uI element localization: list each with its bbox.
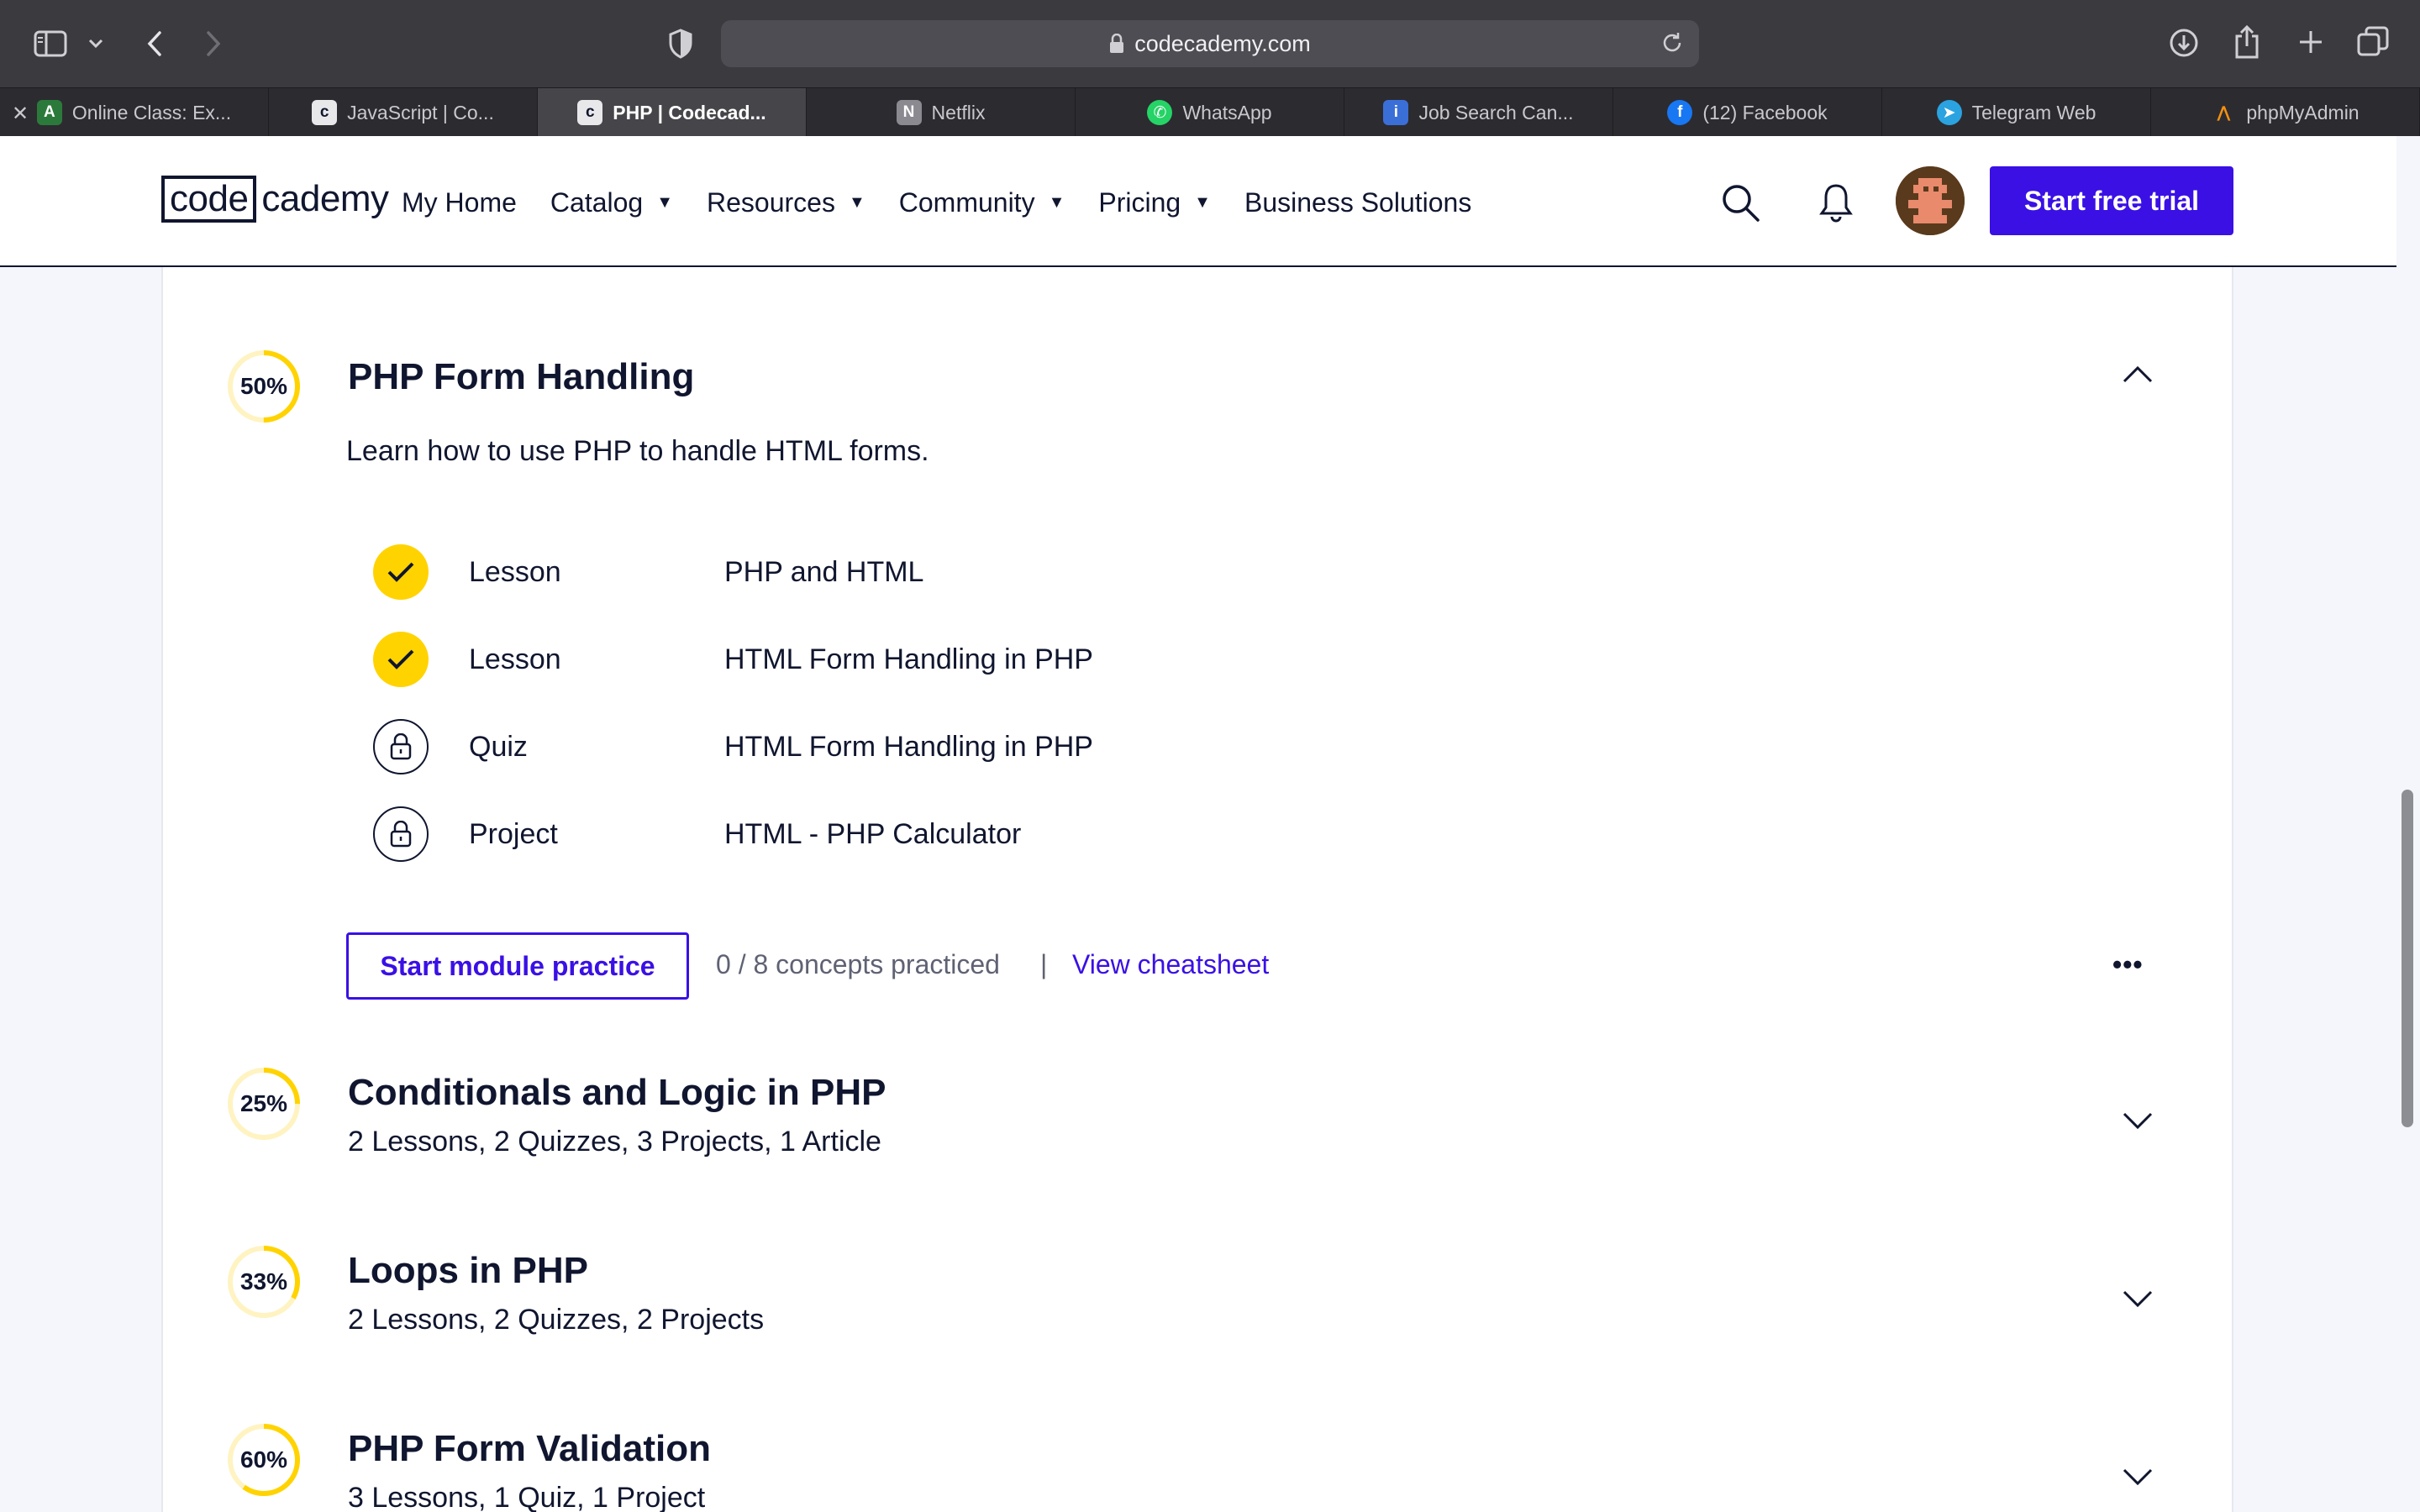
tab-overview-icon[interactable] bbox=[2354, 24, 2391, 60]
nav-pricing[interactable]: Pricing ▼ bbox=[1098, 187, 1211, 218]
progress-percent: 50% bbox=[239, 373, 288, 399]
tab-javascript[interactable]: c JavaScript | Co... bbox=[269, 88, 538, 137]
module-summary: 2 Lessons, 2 Quizzes, 2 Projects bbox=[348, 1304, 765, 1336]
address-bar[interactable]: codecademy.com bbox=[721, 20, 1699, 67]
chevron-down-icon[interactable] bbox=[2121, 1289, 2154, 1309]
privacy-shield-icon[interactable] bbox=[664, 25, 697, 62]
nav-business-solutions[interactable]: Business Solutions bbox=[1244, 187, 1471, 218]
progress-percent: 25% bbox=[239, 1090, 288, 1116]
start-module-practice-button[interactable]: Start module practice bbox=[346, 932, 689, 1000]
share-icon[interactable] bbox=[2230, 22, 2264, 62]
codecademy-icon: c bbox=[577, 100, 603, 125]
tab-title: Netflix bbox=[931, 101, 986, 123]
close-icon[interactable]: ✕ bbox=[12, 102, 29, 126]
lock-icon bbox=[1109, 34, 1124, 54]
search-icon[interactable] bbox=[1719, 181, 1761, 223]
tab-title: WhatsApp bbox=[1182, 101, 1272, 123]
notifications-bell-icon[interactable] bbox=[1815, 180, 1857, 225]
chevron-down-icon[interactable] bbox=[2121, 1110, 2154, 1131]
caret-down-icon: ▼ bbox=[848, 192, 865, 212]
codecademy-logo[interactable]: code cademy bbox=[161, 174, 389, 224]
item-link[interactable]: HTML Form Handling in PHP bbox=[724, 731, 1093, 764]
tab-php-codecademy[interactable]: c PHP | Codecad... bbox=[538, 88, 807, 137]
tab-job-search[interactable]: i Job Search Can... bbox=[1344, 88, 1613, 137]
checkmark-icon bbox=[373, 632, 429, 687]
item-link[interactable]: HTML - PHP Calculator bbox=[724, 818, 1021, 851]
tab-title: Job Search Can... bbox=[1418, 101, 1574, 123]
info-icon: i bbox=[1383, 100, 1409, 125]
module-description: Learn how to use PHP to handle HTML form… bbox=[346, 435, 929, 467]
netflix-icon: N bbox=[896, 100, 922, 125]
tab-telegram[interactable]: ➤ Telegram Web bbox=[1882, 88, 2151, 137]
progress-percent: 33% bbox=[239, 1268, 288, 1294]
tab-whatsapp[interactable]: ✆ WhatsApp bbox=[1076, 88, 1344, 137]
nav-my-home[interactable]: My Home bbox=[402, 187, 517, 218]
nav-catalog[interactable]: Catalog ▼ bbox=[550, 187, 673, 218]
tab-netflix[interactable]: N Netflix bbox=[807, 88, 1076, 137]
tab-facebook[interactable]: f (12) Facebook bbox=[1613, 88, 1882, 137]
tab-title: Telegram Web bbox=[1971, 101, 2096, 123]
avatar[interactable] bbox=[1896, 166, 1965, 235]
tab-strip: ✕ A Online Class: Ex... c JavaScript | C… bbox=[0, 87, 2420, 137]
module-title[interactable]: PHP Form Validation bbox=[348, 1428, 711, 1470]
whatsapp-icon: ✆ bbox=[1147, 100, 1173, 125]
new-tab-icon[interactable] bbox=[2294, 25, 2328, 59]
more-options-icon[interactable]: ••• bbox=[2112, 949, 2144, 980]
item-link[interactable]: HTML Form Handling in PHP bbox=[724, 643, 1093, 676]
forward-icon[interactable] bbox=[198, 25, 229, 62]
separator: | bbox=[1040, 949, 1048, 979]
facebook-icon: f bbox=[1667, 100, 1693, 125]
phpmyadmin-icon: ⋀ bbox=[2217, 103, 2231, 122]
module-summary: 2 Lessons, 2 Quizzes, 3 Projects, 1 Arti… bbox=[348, 1126, 881, 1158]
checkmark-icon bbox=[373, 544, 429, 600]
item-type: Lesson bbox=[469, 643, 561, 675]
chevron-down-icon[interactable] bbox=[84, 32, 108, 55]
tab-title: Online Class: Ex... bbox=[71, 101, 232, 123]
main-nav: My Home Catalog ▼ Resources ▼ Community ▼ P… bbox=[402, 180, 1505, 225]
tab-title: phpMyAdmin bbox=[2246, 101, 2360, 123]
tab-title: (12) Facebook bbox=[1702, 101, 1828, 123]
scrollbar-thumb[interactable] bbox=[2402, 790, 2413, 1127]
sidebar-toggle-icon[interactable] bbox=[32, 27, 69, 60]
concepts-practiced: 0 / 8 concepts practiced bbox=[716, 949, 1000, 979]
downloads-icon[interactable] bbox=[2166, 25, 2202, 60]
chevron-up-icon[interactable] bbox=[2121, 365, 2154, 385]
online-class-icon: A bbox=[36, 100, 62, 125]
item-link[interactable]: PHP and HTML bbox=[724, 556, 923, 589]
tab-title: JavaScript | Co... bbox=[347, 101, 494, 123]
chevron-down-icon[interactable] bbox=[2121, 1467, 2154, 1487]
browser-toolbar: codecademy.com bbox=[0, 0, 2420, 87]
item-type: Project bbox=[469, 818, 558, 850]
lock-icon bbox=[373, 806, 429, 862]
reload-icon[interactable] bbox=[1660, 31, 1684, 60]
lock-icon bbox=[373, 719, 429, 774]
module-title[interactable]: Loops in PHP bbox=[348, 1250, 588, 1292]
site-header: code cademy My Home Catalog ▼ Resources ▼ C… bbox=[0, 136, 2420, 267]
module-summary: 3 Lessons, 1 Quiz, 1 Project bbox=[348, 1482, 706, 1512]
telegram-icon: ➤ bbox=[1936, 100, 1962, 125]
back-icon[interactable] bbox=[139, 25, 170, 62]
start-free-trial-button[interactable]: Start free trial bbox=[1990, 166, 2233, 235]
nav-community[interactable]: Community ▼ bbox=[899, 187, 1065, 218]
tab-title: PHP | Codecad... bbox=[613, 101, 766, 123]
caret-down-icon: ▼ bbox=[1194, 192, 1211, 212]
course-syllabus: 50% PHP Form Handling Learn how to use P… bbox=[161, 267, 2233, 1512]
progress-percent: 60% bbox=[239, 1446, 288, 1473]
codecademy-icon: c bbox=[312, 100, 338, 125]
item-type: Lesson bbox=[469, 556, 561, 588]
caret-down-icon: ▼ bbox=[1048, 192, 1065, 212]
tab-online-class[interactable]: ✕ A Online Class: Ex... bbox=[0, 88, 269, 137]
view-cheatsheet-link[interactable]: View cheatsheet bbox=[1072, 949, 1269, 980]
url-text: codecademy.com bbox=[1134, 30, 1311, 56]
module-title[interactable]: PHP Form Handling bbox=[348, 356, 694, 398]
item-type: Quiz bbox=[469, 731, 528, 763]
tab-phpmyadmin[interactable]: ⋀ phpMyAdmin bbox=[2151, 88, 2420, 137]
nav-resources[interactable]: Resources ▼ bbox=[707, 187, 865, 218]
caret-down-icon: ▼ bbox=[656, 192, 673, 212]
module-title[interactable]: Conditionals and Logic in PHP bbox=[348, 1072, 886, 1114]
